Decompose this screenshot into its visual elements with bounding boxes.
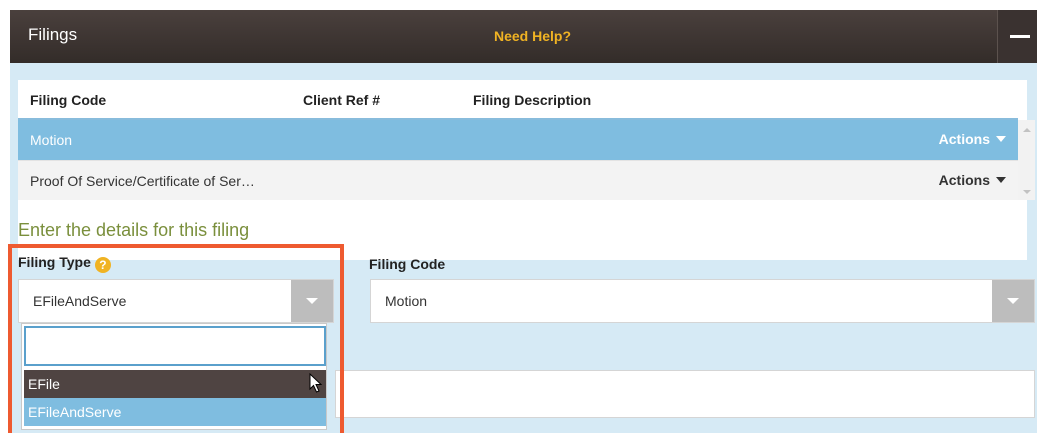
details-section-title: Enter the details for this filing: [18, 220, 250, 240]
panel-title: Filings: [28, 25, 78, 44]
caret-down-icon: [996, 177, 1006, 183]
dropdown-search-input[interactable]: [24, 326, 326, 366]
caret-down-icon: [996, 136, 1006, 142]
actions-label: Actions: [938, 131, 990, 147]
mouse-pointer-icon: [309, 373, 323, 393]
filing-code-value: Motion: [385, 293, 428, 309]
column-header-client-ref: Client Ref #: [303, 92, 381, 108]
collapse-button[interactable]: [997, 10, 1037, 63]
table-header: Filing Code Client Ref # Filing Descript…: [18, 80, 1018, 120]
chevron-down-icon[interactable]: [291, 280, 333, 322]
row-filing-code: Motion: [30, 132, 73, 148]
need-help-link[interactable]: Need Help?: [494, 28, 571, 44]
row-filing-code: Proof Of Service/Certificate of Ser…: [30, 173, 255, 189]
actions-label: Actions: [938, 172, 990, 188]
filing-type-dropdown: EFile EFileAndServe: [21, 323, 327, 430]
column-header-filing-code: Filing Code: [30, 92, 107, 108]
filing-code-select[interactable]: Motion: [370, 279, 1035, 323]
filing-code-label: Filing Code: [369, 256, 446, 272]
table-row[interactable]: Motion Actions: [18, 120, 1018, 160]
filing-type-label: Filing Type?: [18, 254, 111, 273]
option-label: EFile: [28, 376, 60, 392]
row-actions-dropdown[interactable]: Actions: [939, 131, 1006, 147]
chevron-down-icon[interactable]: [992, 280, 1034, 322]
scroll-down-icon[interactable]: [1023, 190, 1031, 194]
filing-text-field[interactable]: [335, 370, 1035, 418]
table-scrollbar[interactable]: [1018, 120, 1035, 200]
filings-panel: Filing Code Client Ref # Filing Descript…: [10, 63, 1037, 433]
help-icon[interactable]: ?: [94, 257, 111, 273]
dropdown-option-efileandserve[interactable]: EFileAndServe: [24, 398, 326, 426]
row-actions-dropdown[interactable]: Actions: [939, 172, 1006, 188]
column-header-filing-description: Filing Description: [473, 92, 592, 108]
filing-type-label-text: Filing Type: [18, 254, 91, 270]
filings-header: Filings Need Help?: [10, 10, 1037, 63]
filing-type-value: EFileAndServe: [33, 293, 127, 309]
minus-icon: [1010, 35, 1030, 38]
dropdown-option-efile[interactable]: EFile: [24, 370, 326, 398]
scroll-up-icon[interactable]: [1023, 128, 1031, 132]
table-row[interactable]: Proof Of Service/Certificate of Ser… Act…: [18, 160, 1018, 200]
filing-type-select[interactable]: EFileAndServe: [18, 279, 334, 323]
